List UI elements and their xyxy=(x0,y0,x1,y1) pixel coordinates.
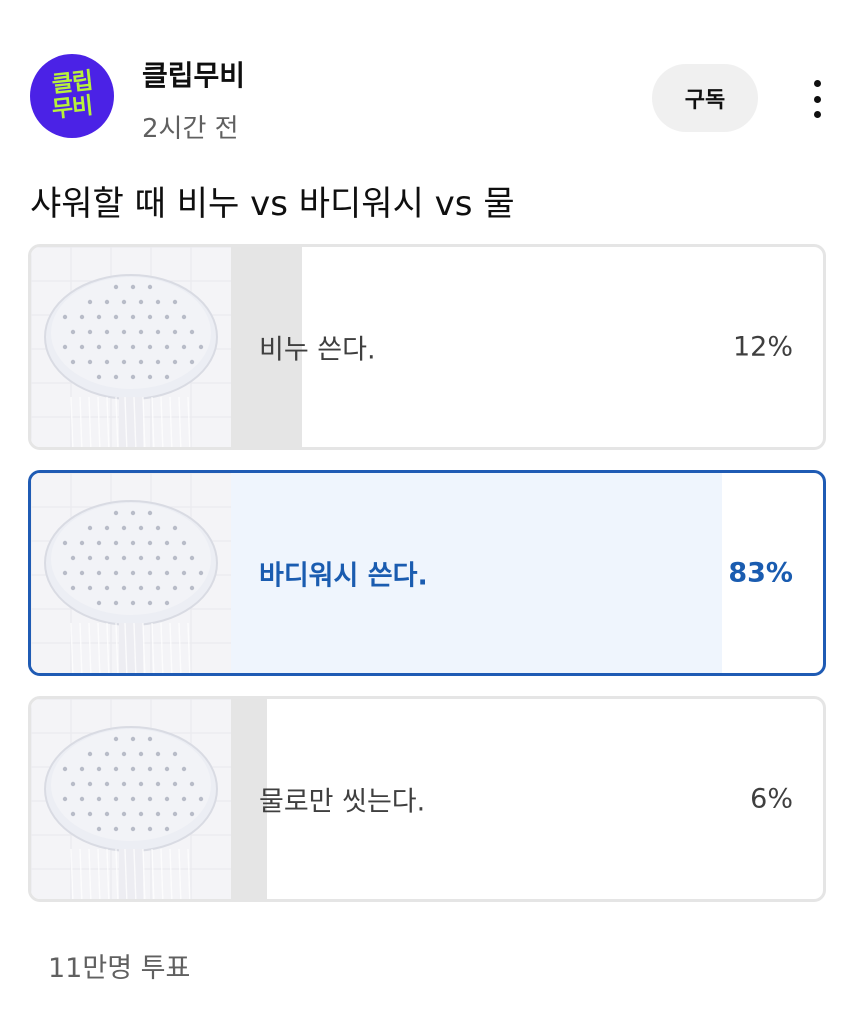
poll-option-label: 비누 쓴다. xyxy=(259,334,376,366)
poll-option-percent: 6% xyxy=(750,783,793,815)
channel-avatar[interactable]: 클립 무비 xyxy=(30,54,114,138)
post-timestamp: 2시간 전 xyxy=(142,114,239,144)
post-header: 클립 무비 클립무비 2시간 전 구독 xyxy=(0,0,854,160)
channel-name[interactable]: 클립무비 xyxy=(142,54,245,94)
shower-head-image xyxy=(31,699,231,899)
subscribe-button[interactable]: 구독 xyxy=(652,64,758,132)
avatar-text-line2: 무비 xyxy=(50,92,94,124)
poll-option-percent: 83% xyxy=(728,557,793,589)
poll-option-percent: 12% xyxy=(732,331,793,363)
poll-question: 샤워할 때 비누 vs 바디워시 vs 물 xyxy=(30,184,515,224)
poll-option-label: 바디워시 쓴다. xyxy=(259,560,428,592)
poll-option-water[interactable]: 물로만 씻는다. 6% xyxy=(28,696,826,902)
shower-head-image xyxy=(31,247,231,447)
shower-head-image xyxy=(31,473,231,673)
total-votes: 11만명 투표 xyxy=(48,953,191,984)
poll-option-soap[interactable]: 비누 쓴다. 12% xyxy=(28,244,826,450)
poll-option-bodywash[interactable]: 바디워시 쓴다. 83% xyxy=(28,470,826,676)
more-options-icon[interactable] xyxy=(800,74,834,124)
poll-option-label: 물로만 씻는다. xyxy=(259,786,426,818)
